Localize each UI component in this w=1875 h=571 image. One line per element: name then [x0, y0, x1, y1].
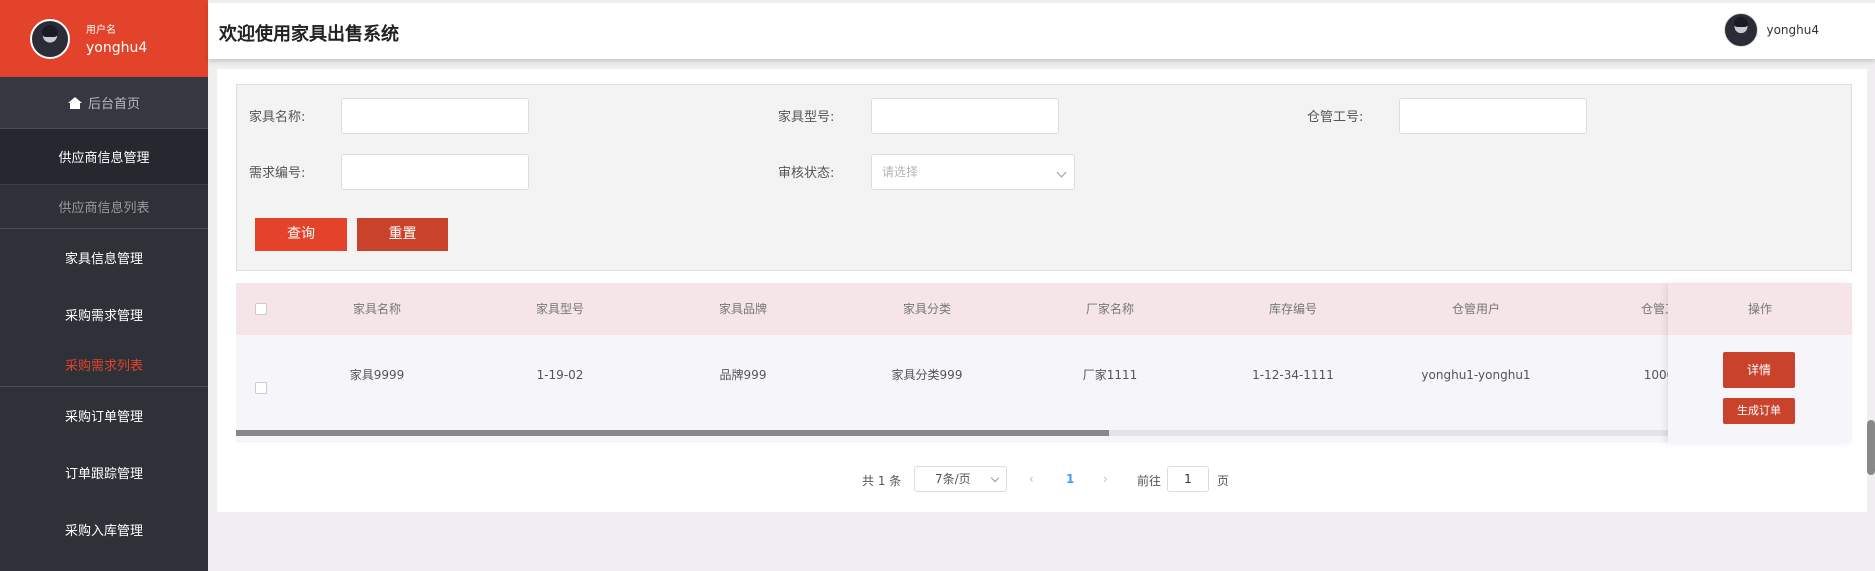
operations-column: 操作 详情 生成订单: [1668, 283, 1852, 443]
page-number-current[interactable]: 1: [1066, 472, 1074, 486]
sidebar-item-label: 供应商信息列表: [58, 201, 150, 216]
table-cell: yonghu1-yonghu1: [1421, 368, 1531, 382]
table-header: 家具名称 家具型号 家具品牌 家具分类 厂家名称 库存编号 仓管用户 仓管工: [236, 283, 1852, 335]
sidebar-item-supplier-management[interactable]: 供应商信息管理: [0, 129, 208, 185]
furniture-model-input[interactable]: [871, 98, 1059, 134]
demand-number-input[interactable]: [341, 154, 529, 190]
goto-label: 前往: [1137, 474, 1162, 488]
review-status-placeholder: 请选择: [882, 165, 919, 179]
reset-button[interactable]: 重置: [357, 218, 448, 251]
header: 欢迎使用家具出售系统 yonghu4: [208, 3, 1875, 59]
sidebar-item-label: 采购订单管理: [64, 410, 143, 425]
table-cell: 家具9999: [349, 368, 405, 382]
table-cell: 1-19-02: [536, 368, 584, 382]
demand-number-label: 需求编号:: [249, 166, 306, 181]
sidebar-item-order-tracking[interactable]: 订单跟踪管理: [0, 444, 208, 501]
detail-button[interactable]: 详情: [1723, 352, 1795, 388]
page-size-select[interactable]: 7条/页: [914, 466, 1007, 492]
table-cell: 家具分类999: [891, 368, 963, 382]
sidebar-item-label: 采购入库管理: [64, 524, 143, 539]
goto-page-input[interactable]: 1: [1167, 466, 1209, 492]
sidebar-item-purchase-warehousing[interactable]: 采购入库管理: [0, 501, 208, 558]
furniture-name-input[interactable]: [341, 98, 529, 134]
sidebar-user-box: 用户名 yonghu4: [0, 0, 208, 77]
page-title: 欢迎使用家具出售系统: [219, 24, 399, 45]
column-header: 家具分类: [902, 302, 951, 316]
column-header: 厂家名称: [1085, 302, 1134, 316]
sidebar-item-label: 采购需求管理: [64, 309, 143, 324]
query-button[interactable]: 查询: [255, 218, 347, 251]
column-header: 库存编号: [1268, 302, 1317, 316]
column-header: 家具品牌: [718, 302, 767, 316]
sidebar-item-label: 订单跟踪管理: [64, 467, 143, 482]
page-size-value: 7条/页: [935, 472, 971, 486]
prev-page-button[interactable]: ‹: [1029, 472, 1034, 486]
furniture-name-label: 家具名称:: [249, 110, 306, 125]
sidebar-item-label: 供应商信息管理: [58, 151, 150, 166]
warehouse-id-label: 仓管工号:: [1307, 110, 1364, 125]
furniture-model-label: 家具型号:: [778, 110, 835, 125]
user-label: 用户名: [86, 25, 116, 36]
main-content: 家具名称: 家具型号: 仓管工号: 需求编号: 审核状态: 请选择 查询 重置 …: [217, 69, 1867, 512]
sidebar-item-label: 采购需求列表: [64, 359, 143, 374]
select-all-checkbox[interactable]: [255, 303, 267, 315]
avatar: [1724, 13, 1759, 47]
table-cell: 1-12-34-1111: [1252, 368, 1334, 382]
home-icon: [67, 96, 82, 109]
review-status-select[interactable]: 请选择: [871, 154, 1075, 190]
table-cell: 厂家1111: [1082, 368, 1138, 382]
horizontal-scrollbar[interactable]: [236, 430, 1852, 436]
pagination: 共 1 条 7条/页 ‹ 1 › 前往 1 页: [217, 464, 1867, 494]
data-table: 家具名称 家具型号 家具品牌 家具分类 厂家名称 库存编号 仓管用户 仓管工 家…: [236, 283, 1852, 443]
sidebar-item-purchase-demand[interactable]: 采购需求管理: [0, 286, 208, 343]
sidebar-item-supplier-list[interactable]: 供应商信息列表: [0, 185, 208, 229]
sidebar-item-purchase-order[interactable]: 采购订单管理: [0, 387, 208, 444]
sidebar-username: yonghu4: [86, 40, 148, 56]
column-header: 家具型号: [535, 302, 584, 316]
chevron-down-icon: [990, 473, 1000, 483]
table-cell: 品牌999: [719, 368, 767, 382]
column-header: 家具名称: [352, 302, 401, 316]
warehouse-id-input[interactable]: [1399, 98, 1587, 134]
search-panel: 家具名称: 家具型号: 仓管工号: 需求编号: 审核状态: 请选择 查询 重置: [236, 84, 1852, 271]
sidebar-item-furniture-management[interactable]: 家具信息管理: [0, 229, 208, 286]
sidebar-item-label: 家具信息管理: [64, 252, 143, 267]
column-header: 仓管用户: [1451, 302, 1500, 316]
sidebar: 用户名 yonghu4 后台首页 供应商信息管理 供应商信息列表 家具信息管理 …: [0, 0, 208, 571]
header-user-menu[interactable]: yonghu4: [1724, 13, 1819, 47]
review-status-label: 审核状态:: [778, 166, 835, 181]
next-page-button[interactable]: ›: [1103, 472, 1108, 486]
avatar: [30, 18, 70, 59]
chevron-down-icon: [1056, 167, 1067, 178]
sidebar-item-home[interactable]: 后台首页: [0, 77, 208, 129]
column-header: 操作: [1668, 283, 1852, 335]
vertical-scrollbar[interactable]: [1867, 420, 1875, 475]
scrollbar-thumb[interactable]: [236, 430, 1109, 436]
row-checkbox[interactable]: [255, 382, 267, 394]
page-unit-label: 页: [1217, 474, 1230, 488]
sidebar-item-label: 后台首页: [87, 97, 140, 112]
generate-order-button[interactable]: 生成订单: [1723, 398, 1795, 424]
sidebar-item-purchase-demand-list[interactable]: 采购需求列表: [0, 343, 208, 387]
header-username: yonghu4: [1766, 23, 1819, 37]
pagination-total: 共 1 条: [862, 474, 902, 488]
